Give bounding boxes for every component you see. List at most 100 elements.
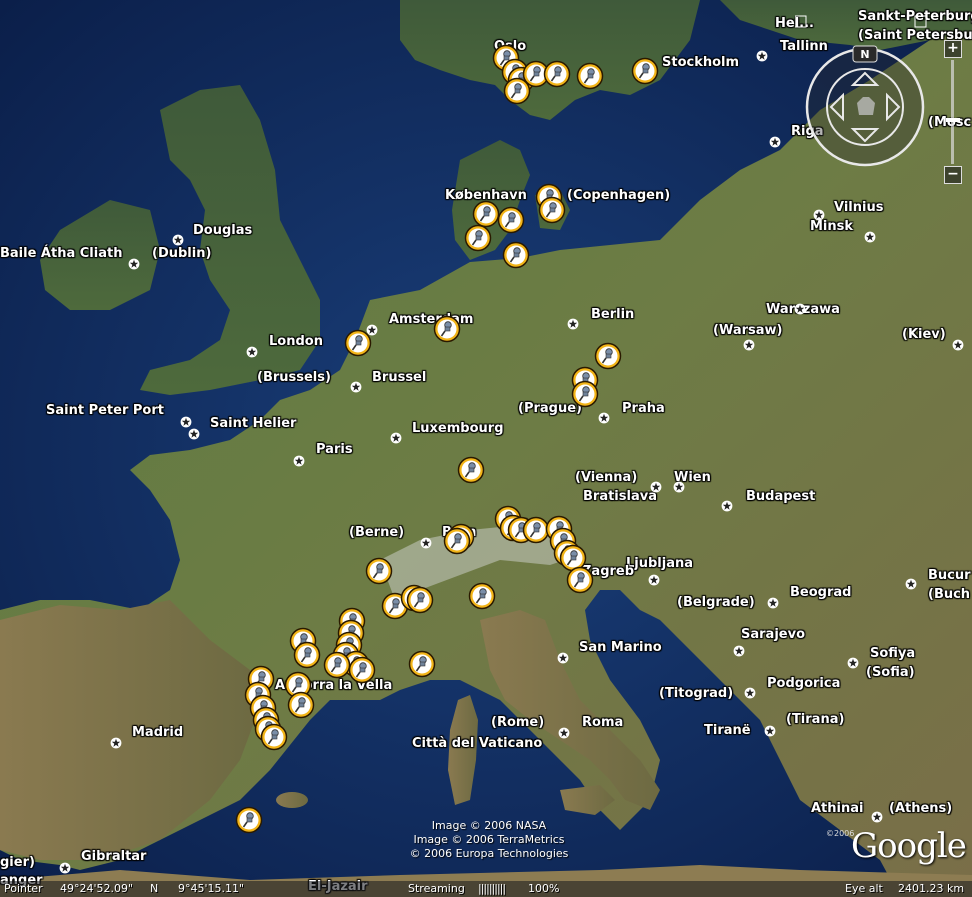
placemark-pin-icon[interactable] xyxy=(543,60,571,88)
capital-star-icon[interactable] xyxy=(172,234,184,246)
capital-star-icon[interactable] xyxy=(733,645,745,657)
placemark-pin-icon[interactable] xyxy=(464,224,492,252)
city-label-vilnius[interactable]: Vilnius xyxy=(834,201,883,215)
city-label-london[interactable]: London xyxy=(269,335,323,349)
capital-star-icon[interactable] xyxy=(557,652,569,664)
city-label-berlin[interactable]: Berlin xyxy=(591,308,634,322)
city-label-budapest[interactable]: Budapest xyxy=(746,490,815,504)
placemark-pin-icon[interactable] xyxy=(348,656,376,684)
city-label-luxembourg[interactable]: Luxembourg xyxy=(412,422,504,436)
zoom-slider[interactable]: + − xyxy=(944,40,962,184)
city-label-saint-helier[interactable]: Saint Helier xyxy=(210,417,296,431)
zoom-track[interactable] xyxy=(951,60,954,164)
city-label-titograd-en[interactable]: (Titograd) xyxy=(659,687,733,701)
placemark-pin-icon[interactable] xyxy=(457,456,485,484)
placemark-pin-icon[interactable] xyxy=(571,380,599,408)
capital-star-icon[interactable] xyxy=(598,412,610,424)
placemark-pin-icon[interactable] xyxy=(566,566,594,594)
placemark-pin-icon[interactable] xyxy=(287,691,315,719)
city-label-sarajevo[interactable]: Sarajevo xyxy=(741,628,805,642)
capital-star-icon[interactable] xyxy=(847,657,859,669)
city-label-vienna-en[interactable]: (Vienna) xyxy=(575,471,637,485)
city-label-baile-atha-cliath[interactable]: Baile Átha Cliath xyxy=(0,247,122,261)
zoom-thumb[interactable] xyxy=(946,118,960,122)
city-label-tirana-en[interactable]: (Tirana) xyxy=(786,713,844,727)
city-label-praha[interactable]: Praha xyxy=(622,402,665,416)
city-label-paris[interactable]: Paris xyxy=(316,443,353,457)
zoom-out-button[interactable]: − xyxy=(944,166,962,184)
map-viewport[interactable]: OsloStockholmHel...Sankt-Peterburg(Saint… xyxy=(0,0,972,897)
capital-star-icon[interactable] xyxy=(743,339,755,351)
capital-star-icon[interactable] xyxy=(128,258,140,270)
capital-star-icon[interactable] xyxy=(756,50,768,62)
city-label-vaticano[interactable]: Città del Vaticano xyxy=(412,737,542,751)
placemark-pin-icon[interactable] xyxy=(408,650,436,678)
placemark-pin-icon[interactable] xyxy=(538,196,566,224)
city-label-sofiya[interactable]: Sofiya xyxy=(870,647,915,661)
city-label-dublin-en[interactable]: (Dublin) xyxy=(152,247,211,261)
view-toggle-icons[interactable] xyxy=(794,14,935,33)
placemark-pin-icon[interactable] xyxy=(497,206,525,234)
city-label-athens-en[interactable]: (Athens) xyxy=(889,802,952,816)
city-label-madrid[interactable]: Madrid xyxy=(132,726,183,740)
city-label-warsaw-en[interactable]: (Warsaw) xyxy=(713,324,782,338)
city-label-beograd[interactable]: Beograd xyxy=(790,586,851,600)
capital-star-icon[interactable] xyxy=(59,862,71,874)
city-label-roma[interactable]: Roma xyxy=(582,716,623,730)
capital-star-icon[interactable] xyxy=(390,432,402,444)
capital-star-icon[interactable] xyxy=(813,209,825,221)
capital-star-icon[interactable] xyxy=(673,481,685,493)
capital-star-icon[interactable] xyxy=(246,346,258,358)
capital-star-icon[interactable] xyxy=(952,339,964,351)
toolbar-icon-strip[interactable] xyxy=(794,15,935,29)
city-label-podgorica[interactable]: Podgorica xyxy=(767,677,840,691)
capital-star-icon[interactable] xyxy=(350,381,362,393)
capital-star-icon[interactable] xyxy=(769,136,781,148)
placemark-pin-icon[interactable] xyxy=(365,557,393,585)
placemark-pin-icon[interactable] xyxy=(323,651,351,679)
capital-star-icon[interactable] xyxy=(764,725,776,737)
city-label-saint-peter-port[interactable]: Saint Peter Port xyxy=(46,404,164,418)
city-label-gibraltar[interactable]: Gibraltar xyxy=(81,850,146,864)
capital-star-icon[interactable] xyxy=(188,428,200,440)
capital-star-icon[interactable] xyxy=(905,578,917,590)
zoom-in-button[interactable]: + xyxy=(944,40,962,58)
placemark-pin-icon[interactable] xyxy=(293,641,321,669)
city-label-sofia-en[interactable]: (Sofia) xyxy=(866,666,915,680)
city-label-bucuresti[interactable]: Bucur xyxy=(928,569,971,583)
city-label-athinai[interactable]: Athinai xyxy=(811,802,863,816)
city-label-kiev-en[interactable]: (Kiev) xyxy=(902,328,946,342)
placemark-pin-icon[interactable] xyxy=(576,62,604,90)
capital-star-icon[interactable] xyxy=(721,500,733,512)
capital-star-icon[interactable] xyxy=(180,416,192,428)
placemark-pin-icon[interactable] xyxy=(468,582,496,610)
city-label-brussels-en[interactable]: (Brussels) xyxy=(257,371,331,385)
placemark-pin-icon[interactable] xyxy=(433,315,461,343)
capital-star-icon[interactable] xyxy=(767,597,779,609)
navigation-compass[interactable]: N xyxy=(803,45,927,169)
capital-star-icon[interactable] xyxy=(794,303,806,315)
city-label-left-edge-1[interactable]: gier) xyxy=(0,856,35,870)
capital-star-icon[interactable] xyxy=(558,727,570,739)
city-label-copenhagen-en[interactable]: (Copenhagen) xyxy=(567,189,670,203)
city-label-ljubljana[interactable]: Ljubljana xyxy=(626,557,693,571)
capital-star-icon[interactable] xyxy=(567,318,579,330)
capital-star-icon[interactable] xyxy=(110,737,122,749)
city-label-belgrade-en[interactable]: (Belgrade) xyxy=(677,596,755,610)
placemark-pin-icon[interactable] xyxy=(260,723,288,751)
city-label-stockholm[interactable]: Stockholm xyxy=(662,56,739,70)
placemark-pin-icon[interactable] xyxy=(502,241,530,269)
city-label-brussel[interactable]: Brussel xyxy=(372,371,426,385)
capital-star-icon[interactable] xyxy=(744,687,756,699)
city-label-minsk[interactable]: Minsk xyxy=(810,220,853,234)
city-label-tirane[interactable]: Tiranë xyxy=(704,724,751,738)
capital-star-icon[interactable] xyxy=(650,481,662,493)
city-label-bratislava[interactable]: Bratislava xyxy=(583,490,657,504)
city-label-bucharest-en[interactable]: (Buch xyxy=(928,588,970,602)
placemark-pin-icon[interactable] xyxy=(631,57,659,85)
capital-star-icon[interactable] xyxy=(648,574,660,586)
capital-star-icon[interactable] xyxy=(871,811,883,823)
placemark-pin-icon[interactable] xyxy=(406,586,434,614)
city-label-san-marino[interactable]: San Marino xyxy=(579,641,662,655)
placemark-pin-icon[interactable] xyxy=(443,527,471,555)
